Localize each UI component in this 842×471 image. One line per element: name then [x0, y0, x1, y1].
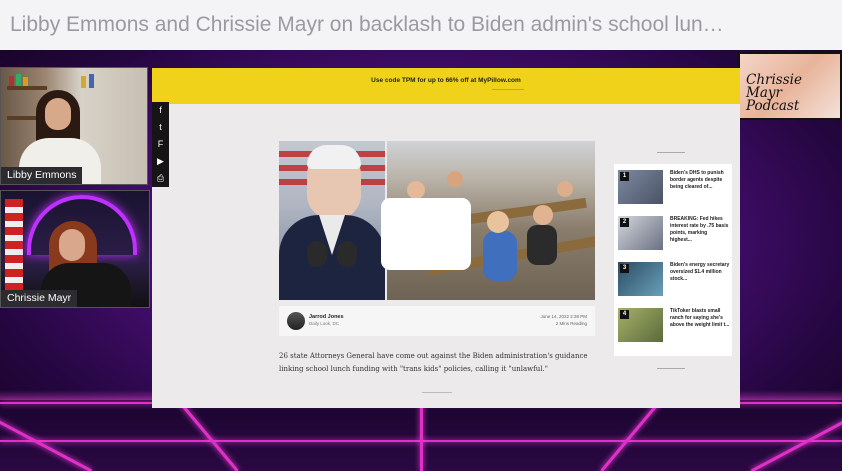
webcam-chrissie: Chrissie Mayr	[0, 190, 150, 308]
article-byline: Jarrod Jones Daily Look, DC June 14, 202…	[279, 306, 595, 336]
list-item[interactable]: 1 Biden's DHS to punish border agents de…	[618, 170, 730, 210]
article-body: 26 state Attorneys General have come out…	[279, 352, 588, 373]
flag-icon	[5, 199, 23, 294]
list-item[interactable]: 4 TikToker blasts small ranch for saying…	[618, 308, 730, 348]
list-item[interactable]: 2 BREAKING: Fed hikes interest rate by .…	[618, 216, 730, 256]
list-item[interactable]: 3 Biden's energy secretary oversized $1.…	[618, 262, 730, 302]
publish-date: June 14, 2022 2:38 PM	[540, 314, 587, 319]
trending-sidebar: 1 Biden's DHS to punish border agents de…	[614, 164, 732, 356]
podcast-logo: Chrissie Mayr Podcast	[738, 52, 842, 120]
person-face	[45, 98, 71, 130]
flipboard-icon[interactable]: F	[152, 136, 169, 153]
share-bar: f t F ▶ ⎙	[152, 102, 169, 187]
facebook-icon[interactable]: f	[152, 102, 169, 119]
author-role: Daily Look, DC	[309, 321, 340, 326]
author-avatar	[287, 312, 305, 330]
read-time: 2 Mins Reading	[555, 321, 587, 326]
neon-grid-floor	[0, 385, 842, 471]
promo-text[interactable]: Use code TPM for up to 66% off at MyPill…	[371, 77, 521, 84]
twitter-icon[interactable]: t	[152, 119, 169, 136]
video-title: Libby Emmons and Chrissie Mayr on backla…	[0, 0, 842, 50]
cam-name-label: Chrissie Mayr	[1, 290, 78, 307]
rumble-icon[interactable]: ▶	[152, 153, 169, 170]
shared-webpage: Use code TPM for up to 66% off at MyPill…	[152, 68, 740, 408]
promo-banner[interactable]: Use code TPM for up to 66% off at MyPill…	[152, 68, 740, 104]
cam-name-label: Libby Emmons	[1, 167, 83, 184]
person-face	[59, 229, 85, 261]
print-icon[interactable]: ⎙	[152, 170, 169, 187]
video-play-overlay[interactable]	[381, 198, 471, 270]
webcam-libby: Libby Emmons	[0, 67, 148, 185]
hero-image[interactable]	[279, 141, 595, 300]
author-name[interactable]: Jarrod Jones	[309, 314, 344, 320]
biden-photo	[279, 141, 385, 300]
